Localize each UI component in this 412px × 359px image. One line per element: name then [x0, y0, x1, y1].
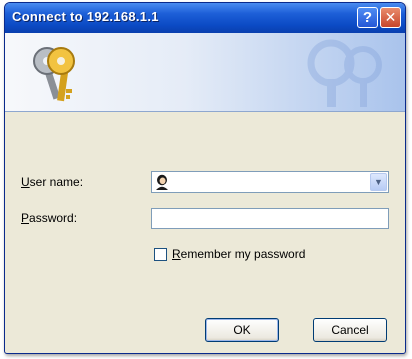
password-field[interactable]	[151, 208, 389, 229]
login-dialog: Connect to 192.168.1.1 ? ✕ User name: ▼ …	[4, 2, 406, 354]
ok-button[interactable]: OK	[205, 318, 279, 342]
remember-password-checkbox[interactable]	[154, 248, 167, 261]
password-label: Password:	[21, 211, 78, 225]
remember-password-label[interactable]: Remember my password	[172, 247, 305, 261]
cancel-button[interactable]: Cancel	[313, 318, 387, 342]
close-button[interactable]: ✕	[380, 7, 401, 28]
keys-watermark-icon	[307, 39, 382, 107]
username-combobox[interactable]: ▼	[151, 171, 389, 193]
username-dropdown-button[interactable]: ▼	[370, 173, 387, 191]
dialog-banner	[5, 33, 405, 112]
username-label: User name:	[21, 175, 84, 189]
chevron-down-icon: ▼	[374, 177, 383, 187]
dialog-body: User name: ▼ Password: Remember my passw…	[5, 112, 405, 353]
title-bar[interactable]: Connect to 192.168.1.1 ? ✕	[5, 3, 405, 33]
help-button[interactable]: ?	[357, 7, 378, 28]
dialog-title: Connect to 192.168.1.1	[12, 9, 159, 24]
keys-icon	[33, 47, 75, 102]
user-icon	[156, 174, 168, 190]
